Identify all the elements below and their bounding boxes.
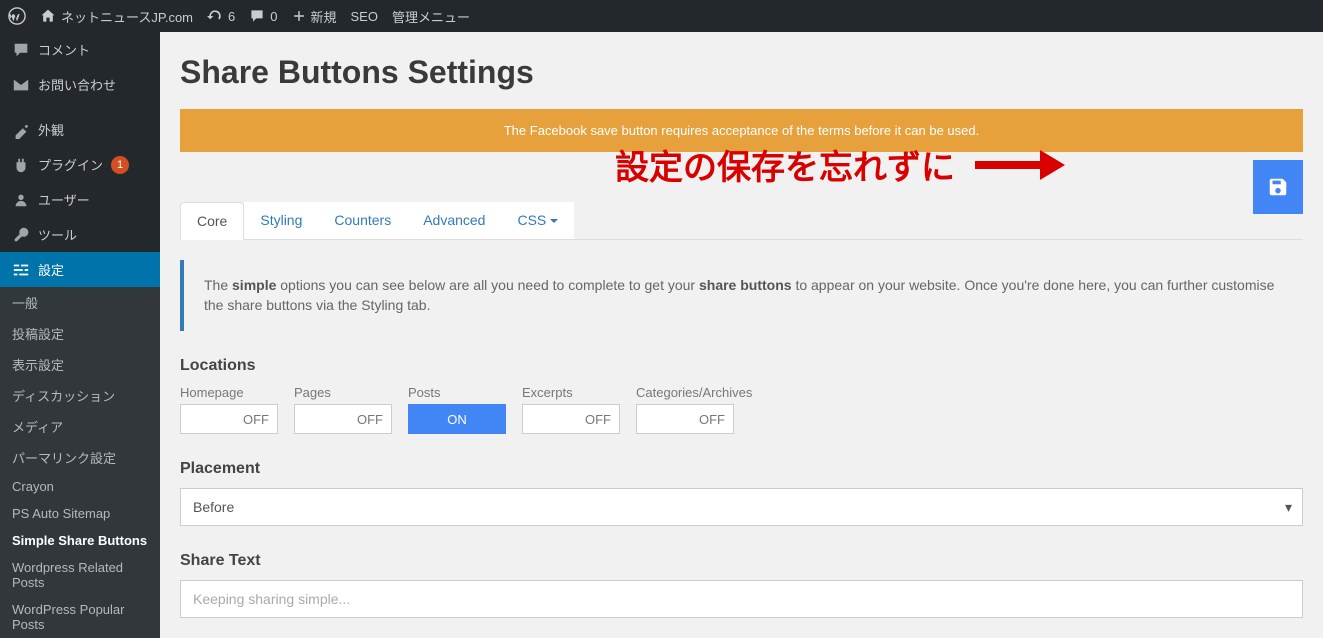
comments-link[interactable]: 0 (249, 8, 277, 24)
submenu-item[interactable]: パーマリンク設定 (0, 442, 160, 473)
submenu-item[interactable]: メディア (0, 411, 160, 442)
toggle-switch[interactable]: OFF (522, 404, 620, 434)
sidebar-item-label: 設定 (38, 260, 64, 279)
sidebar-item-tools[interactable]: ツール (0, 217, 160, 252)
location-toggle-group: Categories/Archives OFF (636, 385, 752, 434)
wp-logo[interactable] (8, 7, 26, 25)
location-toggle-group: Posts ON (408, 385, 506, 434)
updates-count: 6 (228, 9, 235, 24)
info-well: The simple options you can see below are… (180, 260, 1303, 331)
plugins-badge: 1 (111, 156, 129, 174)
toggle-label: Homepage (180, 385, 278, 400)
admin-sidebar: コメント お問い合わせ 外観 プラグイン 1 ユーザー ツール 設定 一般投稿設定… (0, 32, 160, 624)
sidebar-item-comments[interactable]: コメント (0, 32, 160, 67)
share-text-input[interactable] (180, 580, 1303, 618)
sidebar-item-label: お問い合わせ (38, 75, 116, 94)
new-label: 新規 (311, 7, 337, 26)
locations-row: HomepageOFFPagesOFFPostsONExcerptsOFFCat… (180, 385, 1303, 434)
save-icon (1267, 176, 1289, 198)
page-title: Share Buttons Settings (180, 54, 1303, 91)
tab-advanced[interactable]: Advanced (407, 202, 501, 239)
submenu-item[interactable]: PS Auto Sitemap (0, 500, 160, 527)
sidebar-item-label: ツール (38, 225, 77, 244)
location-toggle-group: Homepage OFF (180, 385, 278, 434)
submenu-item[interactable]: WordPress Popular Posts (0, 596, 160, 638)
sidebar-item-users[interactable]: ユーザー (0, 182, 160, 217)
submenu-item[interactable]: 一般 (0, 287, 160, 318)
toggle-switch[interactable]: OFF (180, 404, 278, 434)
submenu-item[interactable]: ディスカッション (0, 380, 160, 411)
annotation-overlay: 設定の保存を忘れずに (615, 140, 1065, 189)
tab-core[interactable]: Core (180, 202, 244, 240)
toggle-switch[interactable]: OFF (294, 404, 392, 434)
comments-count: 0 (270, 9, 277, 24)
admin-bar: ネットニュースJP.com 6 0 新規 SEO 管理メニュー (0, 0, 1323, 32)
toggle-label: Pages (294, 385, 392, 400)
toggle-switch[interactable]: OFF (636, 404, 734, 434)
submenu-item[interactable]: 表示設定 (0, 349, 160, 380)
toggle-switch[interactable]: ON (408, 404, 506, 434)
sidebar-item-settings[interactable]: 設定 (0, 252, 160, 287)
sidebar-item-label: 外観 (38, 120, 64, 139)
new-content-link[interactable]: 新規 (292, 7, 337, 26)
sidebar-item-appearance[interactable]: 外観 (0, 112, 160, 147)
seo-link[interactable]: SEO (351, 9, 378, 24)
toggle-label: Posts (408, 385, 506, 400)
placement-select[interactable]: Before (180, 488, 1303, 526)
sidebar-item-contact[interactable]: お問い合わせ (0, 67, 160, 102)
submenu-item[interactable]: Wordpress Related Posts (0, 554, 160, 596)
toggle-label: Excerpts (522, 385, 620, 400)
sidebar-item-plugins[interactable]: プラグイン 1 (0, 147, 160, 182)
locations-heading: Locations (180, 357, 1303, 375)
tabs-nav: CoreStylingCountersAdvancedCSS (180, 202, 1303, 240)
sidebar-item-label: プラグイン (38, 155, 103, 174)
settings-submenu: 一般投稿設定表示設定ディスカッションメディアパーマリンク設定CrayonPS A… (0, 287, 160, 638)
site-name: ネットニュースJP.com (61, 7, 193, 26)
annotation-text: 設定の保存を忘れずに (615, 140, 955, 189)
site-name-link[interactable]: ネットニュースJP.com (40, 7, 193, 26)
share-text-heading: Share Text (180, 552, 1303, 570)
location-toggle-group: Pages OFF (294, 385, 392, 434)
submenu-item[interactable]: 投稿設定 (0, 318, 160, 349)
save-button[interactable] (1253, 160, 1303, 214)
arrow-right-icon (975, 150, 1065, 180)
submenu-item[interactable]: Crayon (0, 473, 160, 500)
updates-link[interactable]: 6 (207, 8, 235, 24)
toggle-label: Categories/Archives (636, 385, 752, 400)
tab-styling[interactable]: Styling (244, 202, 318, 239)
tab-css[interactable]: CSS (501, 202, 574, 239)
tab-counters[interactable]: Counters (318, 202, 407, 239)
location-toggle-group: Excerpts OFF (522, 385, 620, 434)
manage-menu-link[interactable]: 管理メニュー (392, 7, 470, 26)
submenu-item[interactable]: Simple Share Buttons (0, 527, 160, 554)
sidebar-item-label: ユーザー (38, 190, 90, 209)
placement-heading: Placement (180, 460, 1303, 478)
sidebar-item-label: コメント (38, 40, 90, 59)
main-content: Share Buttons Settings The Facebook save… (160, 32, 1323, 624)
